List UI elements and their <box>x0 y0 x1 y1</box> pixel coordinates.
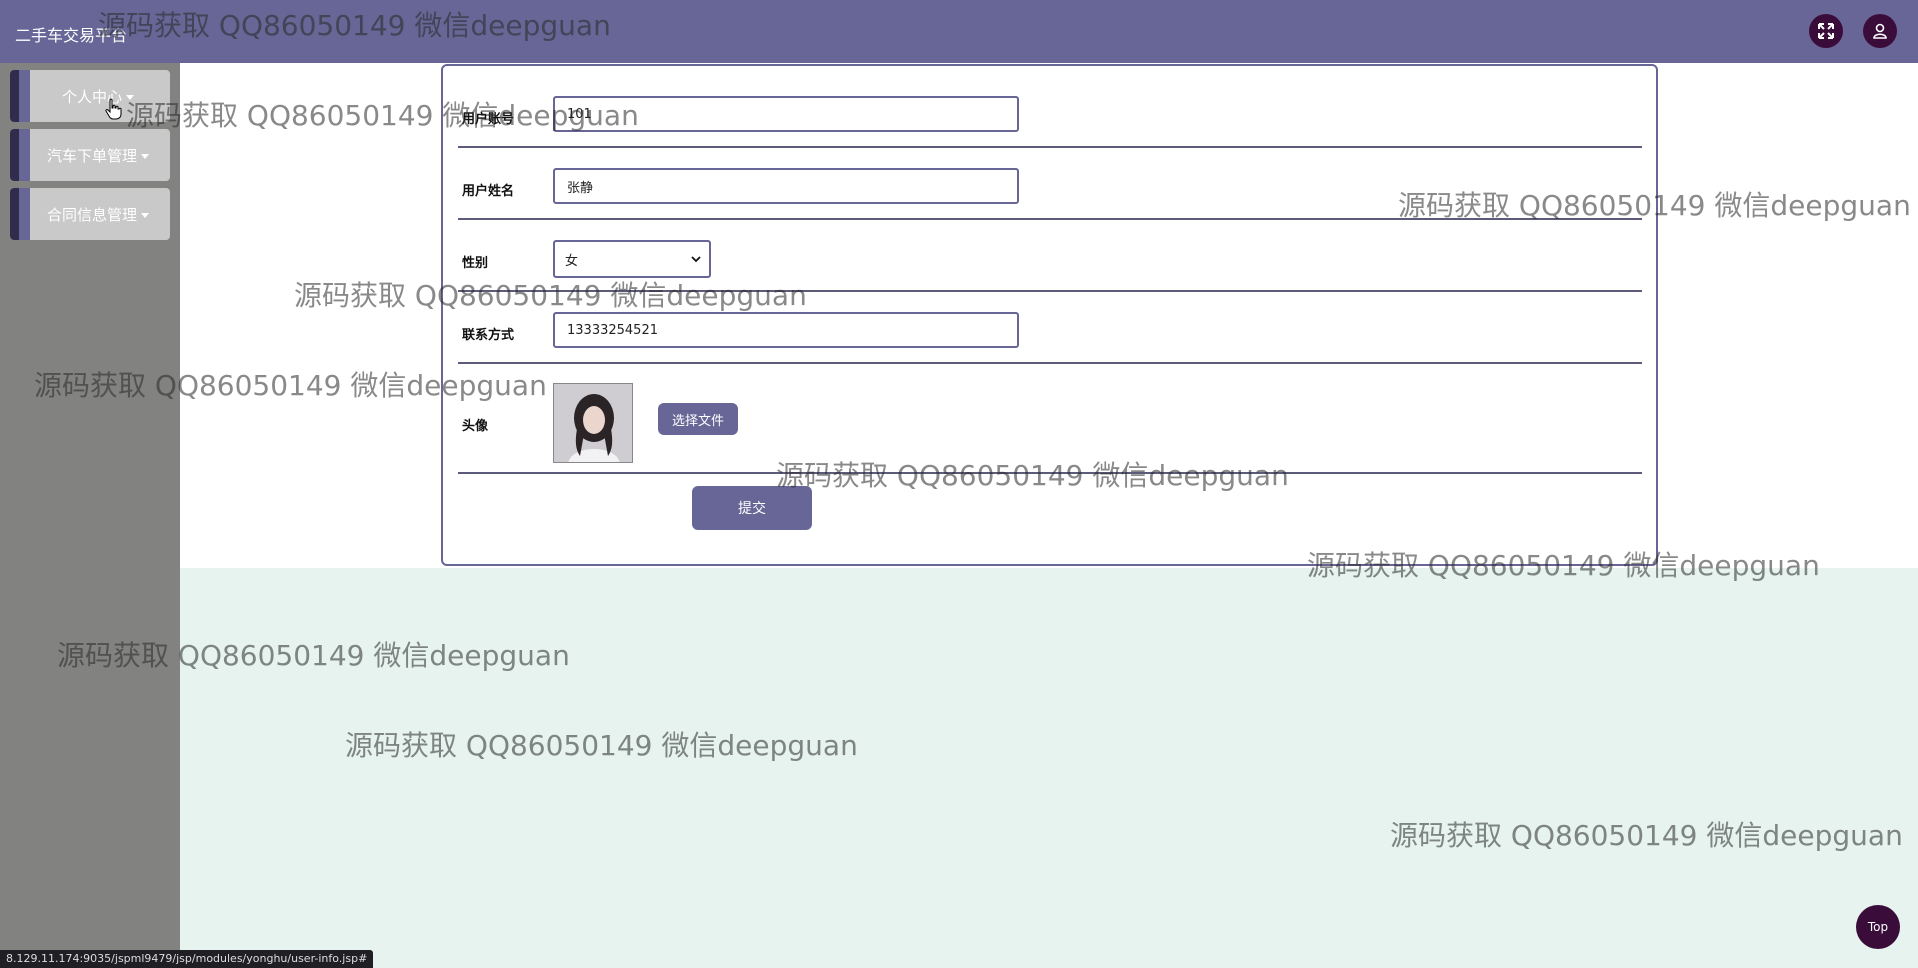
back-to-top-button[interactable]: Top <box>1856 905 1900 949</box>
sidebar-item-contracts[interactable]: 合同信息管理 <box>10 188 170 240</box>
user-icon-svg <box>1873 23 1887 39</box>
avatar-portrait <box>554 384 632 462</box>
fullscreen-icon-svg <box>1818 23 1834 39</box>
watermark-text: 源码获取 QQ86050149 微信deepguan <box>1390 819 1903 852</box>
fullscreen-icon[interactable] <box>1809 14 1843 48</box>
sidebar-item-label: 合同信息管理 <box>30 204 170 225</box>
submit-button[interactable]: 提交 <box>692 486 812 530</box>
field-label: 联系方式 <box>462 328 515 343</box>
chevron-down-icon <box>691 255 701 262</box>
account-input[interactable] <box>553 96 1019 132</box>
sidebar-item-label: 个人中心 <box>30 86 170 107</box>
chevron-down-icon <box>141 153 149 159</box>
sidebar-item-car-orders[interactable]: 汽车下单管理 <box>10 129 170 181</box>
watermark-text: 源码获取 QQ86050149 微信deepguan <box>345 729 858 762</box>
sidebar-item-text: 合同信息管理 <box>46 205 137 224</box>
status-bar-url: 8.129.11.174:9035/jspml9479/jsp/modules/… <box>0 950 374 968</box>
menu-bar-dark <box>10 70 19 122</box>
phone-input[interactable] <box>553 312 1019 348</box>
top-header: 二手车交易平台 <box>0 0 1918 63</box>
menu-bar-dark <box>10 129 19 181</box>
menu-bar-accent <box>19 129 30 181</box>
sidebar-item-personal-center[interactable]: 个人中心 <box>10 70 170 122</box>
form-row-gender: 性别 女 <box>458 234 1642 292</box>
field-label: 性别 <box>462 256 489 271</box>
chevron-down-icon <box>126 94 134 100</box>
form-row-name: 用户姓名 <box>458 162 1642 220</box>
choose-file-button[interactable]: 选择文件 <box>658 403 738 435</box>
field-label: 用户姓名 <box>462 184 515 199</box>
menu-bar-accent <box>19 188 30 240</box>
menu-bar-dark <box>10 188 19 240</box>
sidebar-item-label: 汽车下单管理 <box>30 145 170 166</box>
field-label: 头像 <box>462 419 489 434</box>
site-title: 二手车交易平台 <box>15 26 128 45</box>
gender-select[interactable]: 女 <box>553 240 711 278</box>
sidebar-item-text: 汽车下单管理 <box>46 146 137 165</box>
menu-bar-accent <box>19 70 30 122</box>
chevron-down-icon <box>141 212 149 218</box>
form-row-account: 用户账号 <box>458 90 1642 148</box>
field-label: 用户账号 <box>462 112 515 127</box>
avatar-image <box>553 383 633 463</box>
user-icon[interactable] <box>1863 14 1897 48</box>
gender-select-value: 女 <box>565 253 579 269</box>
name-input[interactable] <box>553 168 1019 204</box>
hand-cursor-icon <box>105 98 122 120</box>
form-row-avatar: 头像 选择文件 <box>458 378 1642 474</box>
form-row-phone: 联系方式 <box>458 306 1642 364</box>
